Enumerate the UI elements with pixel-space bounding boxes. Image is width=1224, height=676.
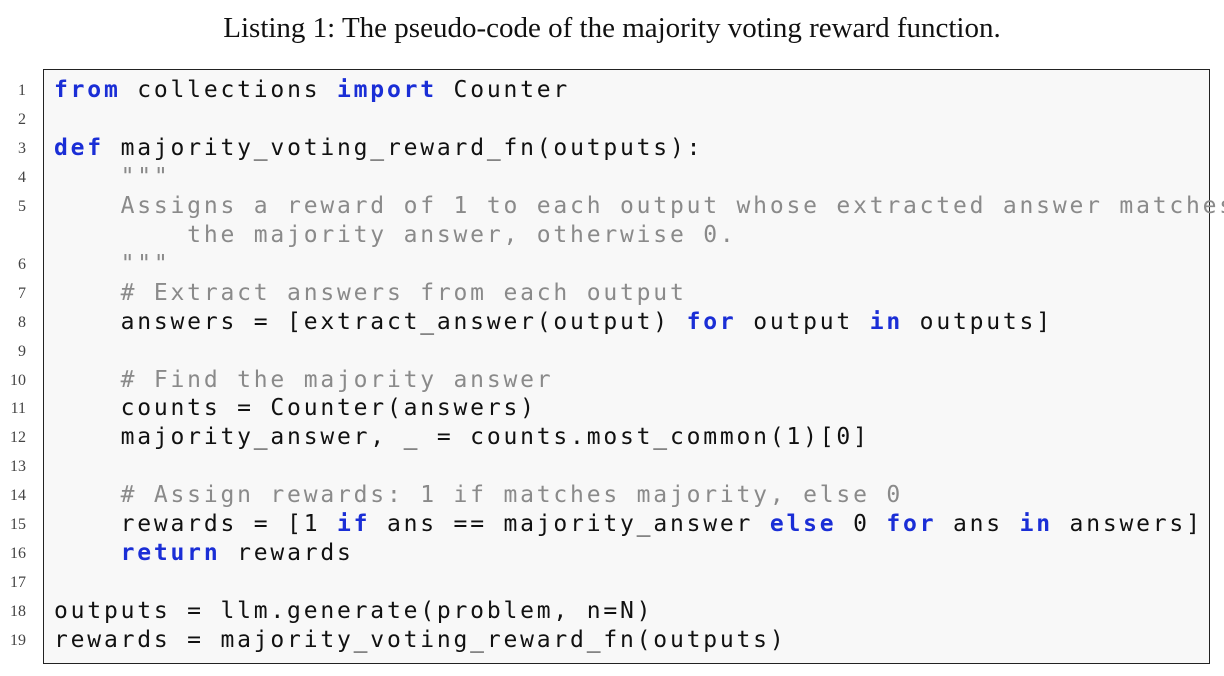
code-token: outputs = llm.generate(problem, n=N) [54,598,654,625]
line-number: 7 [18,284,26,302]
code-keyword: in [869,308,904,335]
code-text: rewards = majority_voting_reward_fn(outp… [54,626,786,655]
code-line: 12 majority_answer, _ = counts.most_comm… [0,423,1224,452]
code-line: 10 # Find the majority answer [0,366,1224,395]
code-line: 6 """ [0,250,1224,279]
line-number: 16 [10,545,26,563]
code-line: 2 [0,105,1224,134]
line-number: 17 [10,574,26,592]
code-text: majority_answer, _ = counts.most_common(… [54,423,870,452]
code-keyword: else [769,511,837,538]
code-token: answers] [1052,511,1203,538]
line-number: 6 [18,255,26,273]
code-text: # Extract answers from each output [54,279,687,308]
code-token: ans [936,511,1020,538]
code-line: 8 answers = [extract_answer(output) for … [0,308,1224,337]
code-line: 7 # Extract answers from each output [0,279,1224,308]
code-line: 9 [0,337,1224,366]
code-token: majority_answer, _ = counts.most_common(… [54,424,870,451]
code-keyword: import [337,77,437,103]
code-line: 18 outputs = llm.generate(problem, n=N) [0,597,1224,626]
code-keyword: def [54,134,104,161]
line-number: 3 [18,139,26,157]
line-number: 2 [18,110,26,128]
code-token: rewards = majority_voting_reward_fn(outp… [54,627,787,654]
line-number: 12 [10,429,26,447]
code-token: collections [120,77,338,103]
code-line: 17 [0,568,1224,597]
line-number: 19 [10,632,26,650]
code-line: 14 # Assign rewards: 1 if matches majori… [0,481,1224,510]
code-text: def majority_voting_reward_fn(outputs): [54,134,703,163]
code-line: 19 rewards = majority_voting_reward_fn(ou… [0,626,1224,655]
code-token: output [736,308,870,335]
code-keyword: return [120,540,221,567]
code-token: outputs] [903,308,1053,335]
code-comment: Assigns a reward of 1 to each output who… [54,192,1224,219]
code-text: return rewards [54,539,354,568]
code-text: the majority answer, otherwise 0. [54,221,737,250]
code-line: 4 """ [0,163,1224,192]
code-keyword: for [686,308,737,335]
line-number: 13 [10,458,26,476]
code-keyword: for [886,511,937,538]
code-text: # Find the majority answer [54,366,553,395]
code-text: from collections import Counter [54,76,570,105]
line-number: 11 [10,400,26,418]
code-line: the majority answer, otherwise 0. [0,221,1224,250]
line-number: 18 [10,603,26,621]
code-line: 3 def majority_voting_reward_fn(outputs): [0,134,1224,163]
code-token: rewards = [1 [54,511,338,538]
code-token: 0 [836,511,887,538]
line-number: 1 [18,82,26,99]
code-token: majority_voting_reward_fn(outputs): [103,134,704,161]
code-line: 11 counts = Counter(answers) [0,394,1224,423]
code-comment: # Extract answers from each output [54,279,687,306]
line-number: 15 [10,516,26,534]
line-number: 8 [18,313,26,331]
line-number: 10 [10,371,26,389]
code-text: outputs = llm.generate(problem, n=N) [54,597,653,626]
code-line: 13 [0,452,1224,481]
line-number: 4 [18,168,26,186]
code-keyword: if [337,511,371,538]
code-line: 16 return rewards [0,539,1224,568]
code-text: counts = Counter(answers) [54,394,537,423]
code-token: answers = [extract_answer(output) [54,308,687,335]
code-token: ans == majority_answer [370,511,770,538]
code-text: rewards = [1 if ans == majority_answer e… [54,510,1203,539]
code-text: answers = [extract_answer(output) for ou… [54,308,1053,337]
code-comment: """ [54,250,171,277]
code-keyword: in [1019,511,1053,538]
code-listing: 1 from collections import Counter 2 3 def ma… [0,0,1224,676]
code-text: """ [54,250,171,279]
line-number: 5 [18,197,26,215]
line-number: 14 [10,487,26,505]
code-comment: # Assign rewards: 1 if matches majority,… [54,482,904,509]
code-comment: # Find the majority answer [54,366,554,393]
code-line: 1 from collections import Counter [0,76,1224,105]
code-text: Assigns a reward of 1 to each output who… [54,192,1224,221]
code-text: # Assign rewards: 1 if matches majority,… [54,481,903,510]
code-token: rewards [220,540,354,567]
code-line: 5 Assigns a reward of 1 to each output w… [0,192,1224,221]
code-line: 15 rewards = [1 if ans == majority_answe… [0,510,1224,539]
line-number: 9 [18,342,26,360]
code-token: counts = Counter(answers) [54,395,537,422]
code-comment: """ [54,163,171,190]
code-comment: the majority answer, otherwise 0. [54,221,737,248]
code-token: Counter [436,77,571,103]
code-text: """ [54,163,171,192]
code-keyword: from [54,77,121,103]
